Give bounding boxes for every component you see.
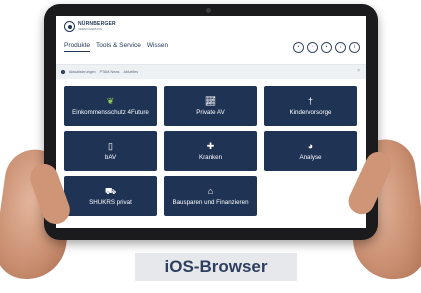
brand-logo[interactable]: NÜRNBERGER VERSICHERUNG: [64, 21, 116, 32]
info-item[interactable]: Aktualisierungen: [69, 70, 96, 74]
nav-produkte[interactable]: Produkte: [64, 42, 91, 52]
brand-name: NÜRNBERGER: [78, 20, 116, 27]
tile-bav[interactable]: ▯ bAV: [64, 131, 157, 171]
main-nav: Produkte Tools & Service Wissen: [64, 42, 168, 52]
brand-sub: VERSICHERUNG: [78, 26, 103, 31]
tile-kindervorsorge[interactable]: † Kindervorsorge: [264, 86, 357, 126]
document-icon: ▯: [108, 141, 113, 151]
grid-icon[interactable]: ▪: [321, 42, 332, 53]
tile-label: Einkommensschutz 4Future: [72, 109, 149, 116]
caption-label: iOS-Browser: [135, 253, 297, 281]
chart-icon: 📈︎: [204, 96, 217, 106]
nav-wissen[interactable]: Wissen: [147, 42, 168, 52]
info-bar: ! Aktualisierungen PTAM-News Aktuelles ×: [56, 65, 366, 79]
nav-tools-service[interactable]: Tools & Service: [96, 42, 141, 52]
close-icon[interactable]: ×: [357, 68, 360, 74]
logo-mark-icon: [64, 21, 75, 32]
tile-bausparen[interactable]: ⌂ Bausparen und Finanzieren: [164, 176, 257, 216]
medical-bag-icon: ✚: [206, 141, 215, 151]
tile-label: Private AV: [196, 109, 225, 116]
front-camera: [206, 8, 211, 13]
notification-icon[interactable]: •: [293, 42, 304, 53]
info-dot-icon: !: [61, 70, 65, 74]
download-icon[interactable]: ↓: [335, 42, 346, 53]
tile-label: Analyse: [299, 154, 322, 161]
tile-label: SHUKRS privat: [89, 199, 132, 206]
product-grid: ❦ Einkommensschutz 4Future 📈︎ Private AV…: [64, 86, 358, 216]
tile-analyse[interactable]: ◕ Analyse: [264, 131, 357, 171]
tile-shukrs-privat[interactable]: ⛟ SHUKRS privat: [64, 176, 157, 216]
tile-einkommensschutz[interactable]: ❦ Einkommensschutz 4Future: [64, 86, 157, 126]
info-item[interactable]: PTAM-News: [100, 70, 120, 74]
tile-label: Bausparen und Finanzieren: [172, 199, 249, 206]
tile-private-av[interactable]: 📈︎ Private AV: [164, 86, 257, 126]
tile-kranken[interactable]: ✚ Kranken: [164, 131, 257, 171]
calendar-icon[interactable]: ▫: [307, 42, 318, 53]
info-icon[interactable]: i: [349, 42, 360, 53]
leaf-icon: ❦: [106, 96, 115, 106]
tablet-device: NÜRNBERGER VERSICHERUNG Produkte Tools &…: [44, 4, 378, 240]
header-icons: • ▫ ▪ ↓ i: [293, 42, 360, 53]
tile-label: Kindervorsorge: [289, 109, 332, 116]
info-item[interactable]: Aktuelles: [123, 70, 138, 74]
child-icon: †: [307, 96, 313, 106]
tile-label: bAV: [104, 154, 117, 161]
pie-chart-icon: ◕: [307, 141, 314, 151]
house-icon: ⌂: [207, 186, 214, 196]
car-icon: ⛟: [104, 186, 117, 196]
tablet-screen: NÜRNBERGER VERSICHERUNG Produkte Tools &…: [56, 16, 366, 228]
tile-label: Kranken: [198, 154, 223, 161]
app-header: NÜRNBERGER VERSICHERUNG Produkte Tools &…: [56, 16, 366, 65]
